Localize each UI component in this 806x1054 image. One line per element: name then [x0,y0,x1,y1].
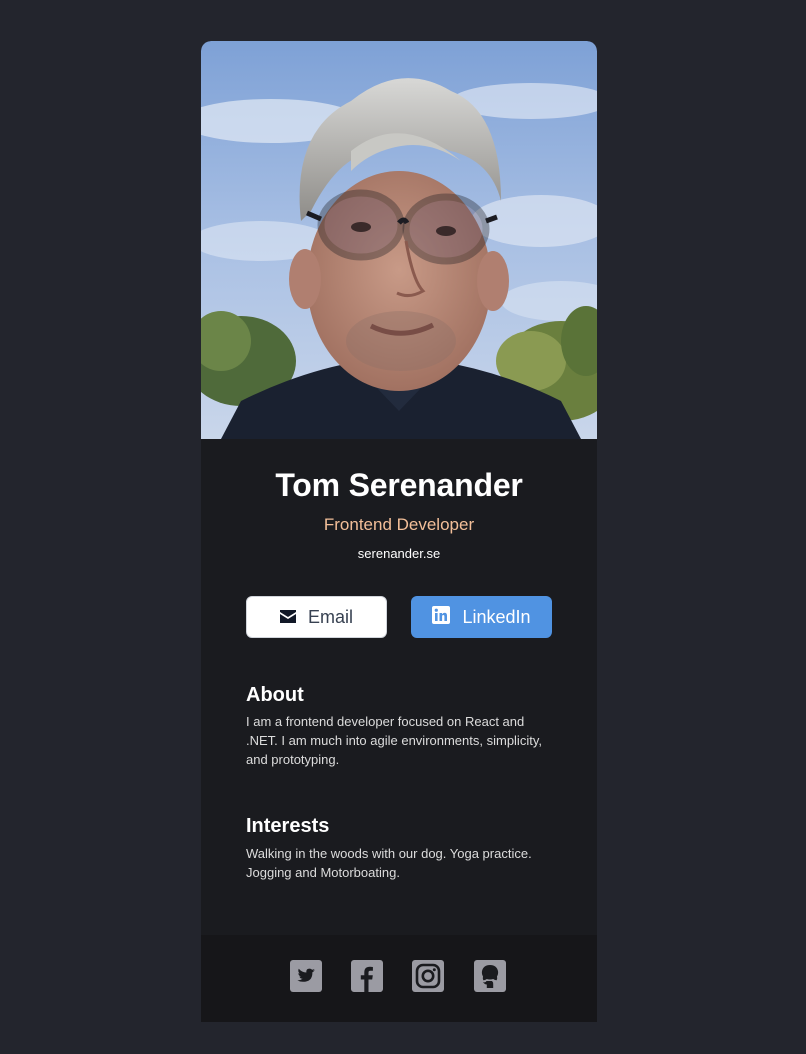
linkedin-button-label: LinkedIn [462,606,531,627]
profile-info: Tom Serenander Frontend Developer serena… [201,439,597,935]
profile-photo [201,41,597,439]
facebook-icon[interactable] [351,960,383,992]
github-icon[interactable] [474,960,506,992]
email-button[interactable]: Email [246,596,387,638]
about-text: I am a frontend developer focused on Rea… [246,714,542,767]
linkedin-icon [432,605,451,629]
interests-heading: Interests [246,815,330,837]
interests-text: Walking in the woods with our dog. Yoga … [246,846,532,880]
profile-card: Tom Serenander Frontend Developer serena… [201,41,597,1022]
instagram-icon[interactable] [412,960,444,992]
linkedin-button[interactable]: LinkedIn [411,596,552,638]
social-footer [201,935,597,1022]
envelope-icon [279,607,296,628]
twitter-icon[interactable] [290,960,322,992]
profile-name: Tom Serenander [275,467,523,503]
profile-website[interactable]: serenander.se [201,546,597,561]
about-heading: About [246,684,304,706]
profile-photo-image [201,41,597,439]
profile-role: Frontend Developer [323,515,475,534]
email-button-label: Email [307,606,353,627]
